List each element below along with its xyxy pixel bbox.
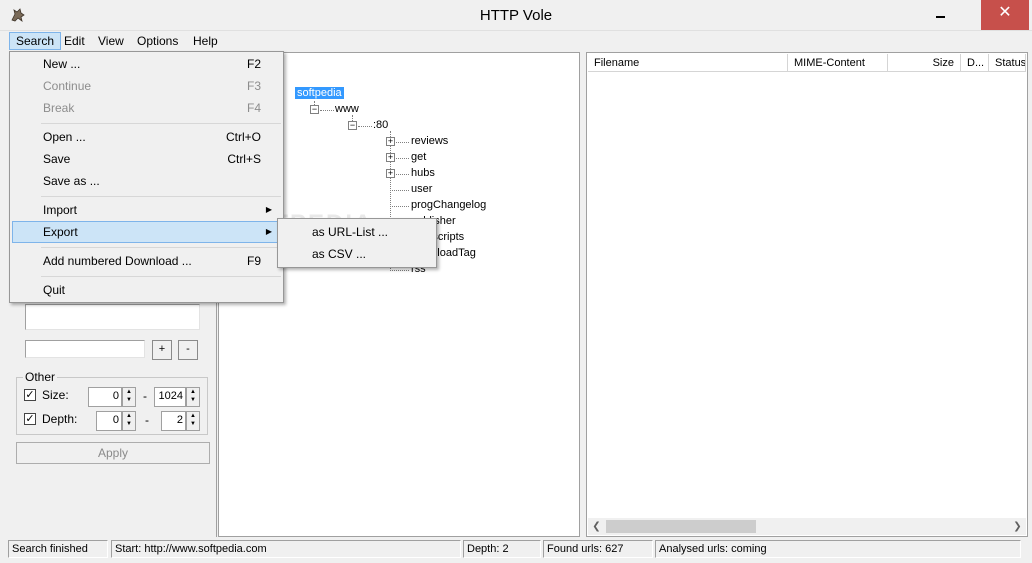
status-found-urls: Found urls: 627	[543, 540, 653, 558]
tree-node-root[interactable]: softpedia	[295, 87, 344, 99]
tree-node-progchangelog[interactable]: progChangelog	[411, 199, 486, 211]
menu-separator	[41, 276, 281, 277]
menu-view[interactable]: View	[92, 32, 130, 50]
status-bar: Search finished Start: http://www.softpe…	[0, 538, 1032, 563]
filter-input[interactable]	[25, 340, 145, 358]
status-depth: Depth: 2	[463, 540, 541, 558]
size-max-input[interactable]: 1024	[154, 387, 186, 407]
size-max-spinner[interactable]: ▲ ▼	[186, 387, 200, 407]
tree-node-port[interactable]: :80	[373, 119, 388, 131]
menu-item-save-as[interactable]: Save as ...	[12, 170, 281, 192]
expand-icon[interactable]: +	[386, 169, 395, 178]
size-checkbox[interactable]: ✓	[24, 389, 36, 401]
tree-line	[396, 174, 409, 175]
size-label: Size:	[42, 388, 69, 402]
menu-help[interactable]: Help	[187, 32, 224, 50]
remove-filter-button[interactable]: -	[178, 340, 198, 360]
file-list[interactable]: Filename MIME-Content Size D... Status ❮…	[586, 52, 1028, 537]
expand-icon[interactable]: +	[386, 153, 395, 162]
scroll-left-icon[interactable]: ❮	[588, 518, 605, 535]
depth-min-spinner[interactable]: ▲ ▼	[122, 411, 136, 431]
tree-line	[396, 142, 409, 143]
size-min-spinner[interactable]: ▲ ▼	[122, 387, 136, 407]
collapse-icon[interactable]: −	[310, 105, 319, 114]
menu-item-break[interactable]: Break F4	[12, 97, 281, 119]
tree-node-get[interactable]: get	[411, 151, 426, 163]
tree-line	[390, 190, 409, 191]
apply-button[interactable]: Apply	[16, 442, 210, 464]
tree-node-hubs[interactable]: hubs	[411, 167, 435, 179]
other-group-label: Other	[23, 370, 58, 384]
tree-line	[358, 126, 372, 127]
submenu-arrow-icon: ▶	[265, 205, 272, 214]
depth-label: Depth:	[42, 412, 78, 426]
menu-item-import[interactable]: Import ▶	[12, 199, 281, 221]
horizontal-scrollbar[interactable]: ❮ ❯	[588, 518, 1026, 535]
column-status[interactable]: Status	[989, 54, 1026, 72]
filter-list[interactable]	[25, 304, 200, 330]
menu-item-open[interactable]: Open ... Ctrl+O	[12, 126, 281, 148]
minimize-button[interactable]	[920, 0, 960, 30]
menu-item-export-url-list[interactable]: as URL-List ...	[280, 221, 434, 243]
column-mime-content[interactable]: MIME-Content	[788, 54, 888, 72]
depth-max-spinner[interactable]: ▲ ▼	[186, 411, 200, 431]
depth-max-input[interactable]: 2	[161, 411, 186, 431]
tree-line	[396, 158, 409, 159]
status-state: Search finished	[8, 540, 108, 558]
menu-separator	[41, 247, 281, 248]
depth-min-input[interactable]: 0	[96, 411, 122, 431]
tree-line	[320, 110, 334, 111]
scroll-right-icon[interactable]: ❯	[1009, 518, 1026, 535]
size-separator: -	[143, 389, 147, 403]
status-start-url: Start: http://www.softpedia.com	[111, 540, 461, 558]
status-analysed-urls: Analysed urls: coming	[655, 540, 1021, 558]
column-size[interactable]: Size	[888, 54, 961, 72]
window-title: HTTP Vole	[479, 7, 553, 24]
menu-separator	[41, 123, 281, 124]
tree-node-user[interactable]: user	[411, 183, 432, 195]
tree-node-www[interactable]: www	[335, 103, 359, 115]
tree-line	[390, 270, 409, 271]
size-min-input[interactable]: 0	[88, 387, 122, 407]
submenu-arrow-icon: ▶	[265, 227, 272, 236]
close-button[interactable]: ✕	[981, 0, 1029, 30]
depth-checkbox[interactable]: ✓	[24, 413, 36, 425]
depth-separator: -	[145, 413, 149, 427]
title-bar: HTTP Vole ✕	[0, 0, 1032, 31]
menu-edit[interactable]: Edit	[58, 32, 91, 50]
menu-bar: Search Edit View Options Help	[0, 31, 1032, 51]
column-filename[interactable]: Filename	[588, 54, 788, 72]
menu-search[interactable]: Search	[9, 32, 62, 50]
menu-item-export-csv[interactable]: as CSV ...	[280, 243, 434, 265]
menu-separator	[41, 196, 281, 197]
add-filter-button[interactable]: +	[152, 340, 172, 360]
column-d[interactable]: D...	[961, 54, 989, 72]
tree-node-reviews[interactable]: reviews	[411, 135, 448, 147]
close-icon: ✕	[998, 4, 1012, 21]
tree-line	[390, 206, 409, 207]
search-menu: New ... F2 Continue F3 Break F4 Open ...…	[9, 51, 284, 303]
scroll-thumb[interactable]	[606, 520, 756, 533]
collapse-icon[interactable]: −	[348, 121, 357, 130]
menu-options[interactable]: Options	[131, 32, 184, 50]
menu-item-save[interactable]: Save Ctrl+S	[12, 148, 281, 170]
expand-icon[interactable]: +	[386, 137, 395, 146]
menu-item-new[interactable]: New ... F2	[12, 53, 281, 75]
menu-item-quit[interactable]: Quit	[12, 279, 281, 301]
menu-item-add-numbered-download[interactable]: Add numbered Download ... F9	[12, 250, 281, 272]
export-submenu: as URL-List ... as CSV ...	[277, 218, 437, 268]
menu-item-continue[interactable]: Continue F3	[12, 75, 281, 97]
menu-item-export[interactable]: Export ▶	[12, 221, 281, 243]
